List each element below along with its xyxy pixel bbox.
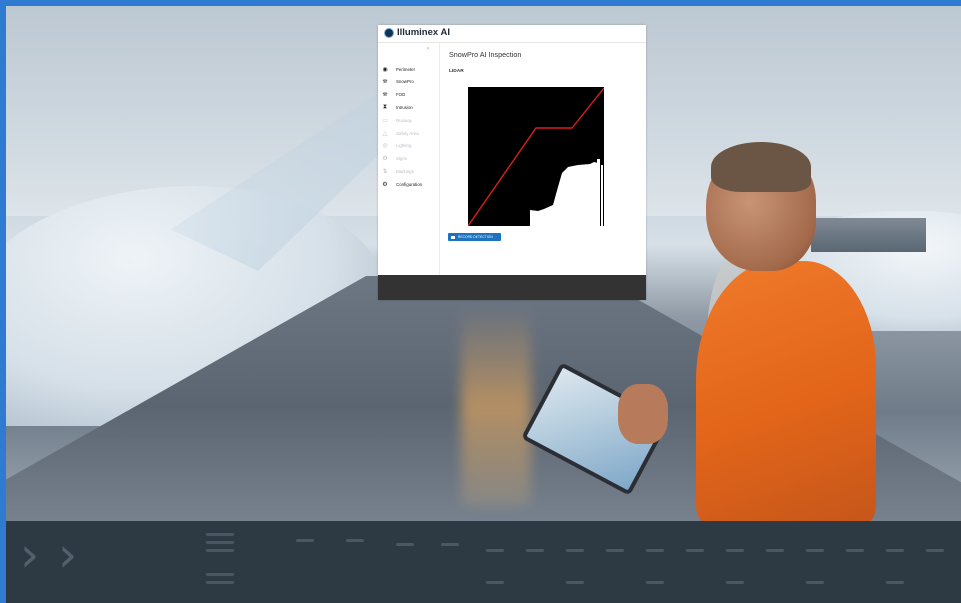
flag-icon bbox=[451, 235, 455, 239]
strip-bar bbox=[646, 581, 664, 584]
main-content: SnowPro AI Inspection LIDAR RECORD DETEC… bbox=[440, 43, 646, 275]
strip-bar bbox=[766, 549, 784, 552]
worker-vest bbox=[696, 261, 876, 526]
sidebar-item-intrusion[interactable]: ⧗ Intrusion bbox=[381, 102, 413, 112]
strip-bar bbox=[206, 549, 234, 552]
snowpro-icon: ⛯ bbox=[382, 77, 388, 85]
strip-bar bbox=[206, 533, 234, 536]
brand-logo-icon bbox=[384, 28, 394, 38]
sidebar-item-label: Intrusion bbox=[396, 104, 413, 110]
app-header: Illuminex AI bbox=[378, 25, 646, 43]
strip-bar bbox=[441, 543, 459, 546]
sidebar: ‹ ◉ Perimeter ⛯ SnowPro ⛯ FOD ⧗ Intrusion ▭ Runwa… bbox=[378, 43, 440, 275]
sidebar-item-fod[interactable]: ⛯ FOD bbox=[381, 90, 406, 100]
sidebar-item-label: Configuration bbox=[396, 181, 423, 187]
sidebar-item-configuration[interactable]: ⚙ Configuration bbox=[381, 179, 422, 189]
sidebar-item-label: Lighting bbox=[396, 143, 412, 149]
gear-icon: ⚙ bbox=[382, 180, 388, 188]
app-window: Illuminex AI ‹ ◉ Perimeter ⛯ SnowPro ⛯ FOD ⧗ In… bbox=[378, 25, 646, 300]
strip-bar bbox=[206, 581, 234, 584]
safety-area-icon: △ bbox=[382, 129, 388, 137]
strip-bar bbox=[606, 549, 624, 552]
worker-hand bbox=[618, 384, 668, 444]
strip-bar bbox=[846, 549, 864, 552]
strip-bar bbox=[206, 541, 234, 544]
strip-bar bbox=[296, 539, 314, 542]
markings-icon: ⇅ bbox=[382, 167, 388, 175]
lidar-plot bbox=[468, 87, 604, 226]
sidebar-item-signs[interactable]: ⚙ Signs bbox=[381, 154, 407, 164]
record-detection-button[interactable]: RECORD DETECTION bbox=[448, 233, 501, 241]
intrusion-icon: ⧗ bbox=[382, 103, 388, 111]
strip-bar bbox=[926, 549, 944, 552]
section-label: LIDAR bbox=[449, 69, 464, 74]
sidebar-item-label: Signs bbox=[396, 156, 407, 162]
strip-bar bbox=[806, 581, 824, 584]
brand-title: Illuminex AI bbox=[397, 27, 450, 38]
sidebar-item-snowpro[interactable]: ⛯ SnowPro bbox=[381, 77, 414, 87]
lidar-surface-bar bbox=[601, 165, 603, 226]
sidebar-item-safety-area[interactable]: △ Safety Area bbox=[381, 128, 419, 138]
page-title: SnowPro AI Inspection bbox=[449, 50, 522, 59]
strip-bar bbox=[886, 549, 904, 552]
strip-bar bbox=[526, 549, 544, 552]
chevron-left-icon[interactable]: ‹ bbox=[427, 46, 429, 52]
worker-hair bbox=[711, 142, 811, 192]
record-detection-label: RECORD DETECTION bbox=[458, 235, 493, 239]
strip-bar bbox=[726, 581, 744, 584]
strip-bar bbox=[806, 549, 824, 552]
sidebar-item-runway[interactable]: ▭ Runway bbox=[381, 115, 412, 125]
perimeter-icon: ◉ bbox=[382, 65, 388, 73]
lidar-surface-bar bbox=[597, 159, 600, 226]
sidebar-item-markings[interactable]: ⇅ Markings bbox=[381, 166, 414, 176]
sidebar-item-lighting[interactable]: ◎ Lighting bbox=[381, 141, 411, 151]
sidebar-item-label: FOD bbox=[396, 92, 406, 98]
app-footer bbox=[378, 275, 646, 300]
sidebar-item-label: Markings bbox=[396, 168, 414, 174]
sidebar-item-label: Safety Area bbox=[396, 130, 419, 136]
chevron-right-icon: › bbox=[20, 527, 40, 583]
strip-bar bbox=[686, 549, 704, 552]
sidebar-item-perimeter[interactable]: ◉ Perimeter bbox=[381, 64, 415, 74]
chevron-right-icon: › bbox=[58, 527, 78, 583]
strip-bar bbox=[486, 549, 504, 552]
strip-bar bbox=[566, 549, 584, 552]
runway-icon: ▭ bbox=[382, 116, 388, 124]
sidebar-item-label: SnowPro bbox=[396, 79, 414, 85]
strip-bar bbox=[726, 549, 744, 552]
strip-bar bbox=[206, 573, 234, 576]
strip-bar bbox=[486, 581, 504, 584]
sidebar-item-label: Runway bbox=[396, 117, 412, 123]
strip-bar bbox=[646, 549, 664, 552]
road-reflection bbox=[461, 306, 531, 506]
airport-building bbox=[811, 218, 926, 252]
strip-bar bbox=[886, 581, 904, 584]
strip-bar bbox=[566, 581, 584, 584]
strip-bar bbox=[346, 539, 364, 542]
fod-icon: ⛯ bbox=[382, 90, 388, 98]
signs-icon: ⚙ bbox=[382, 155, 388, 163]
sidebar-item-label: Perimeter bbox=[396, 66, 416, 72]
strip-bar bbox=[396, 543, 414, 546]
lighting-icon: ◎ bbox=[382, 142, 388, 150]
bottom-decorative-strip: › › bbox=[6, 521, 961, 603]
